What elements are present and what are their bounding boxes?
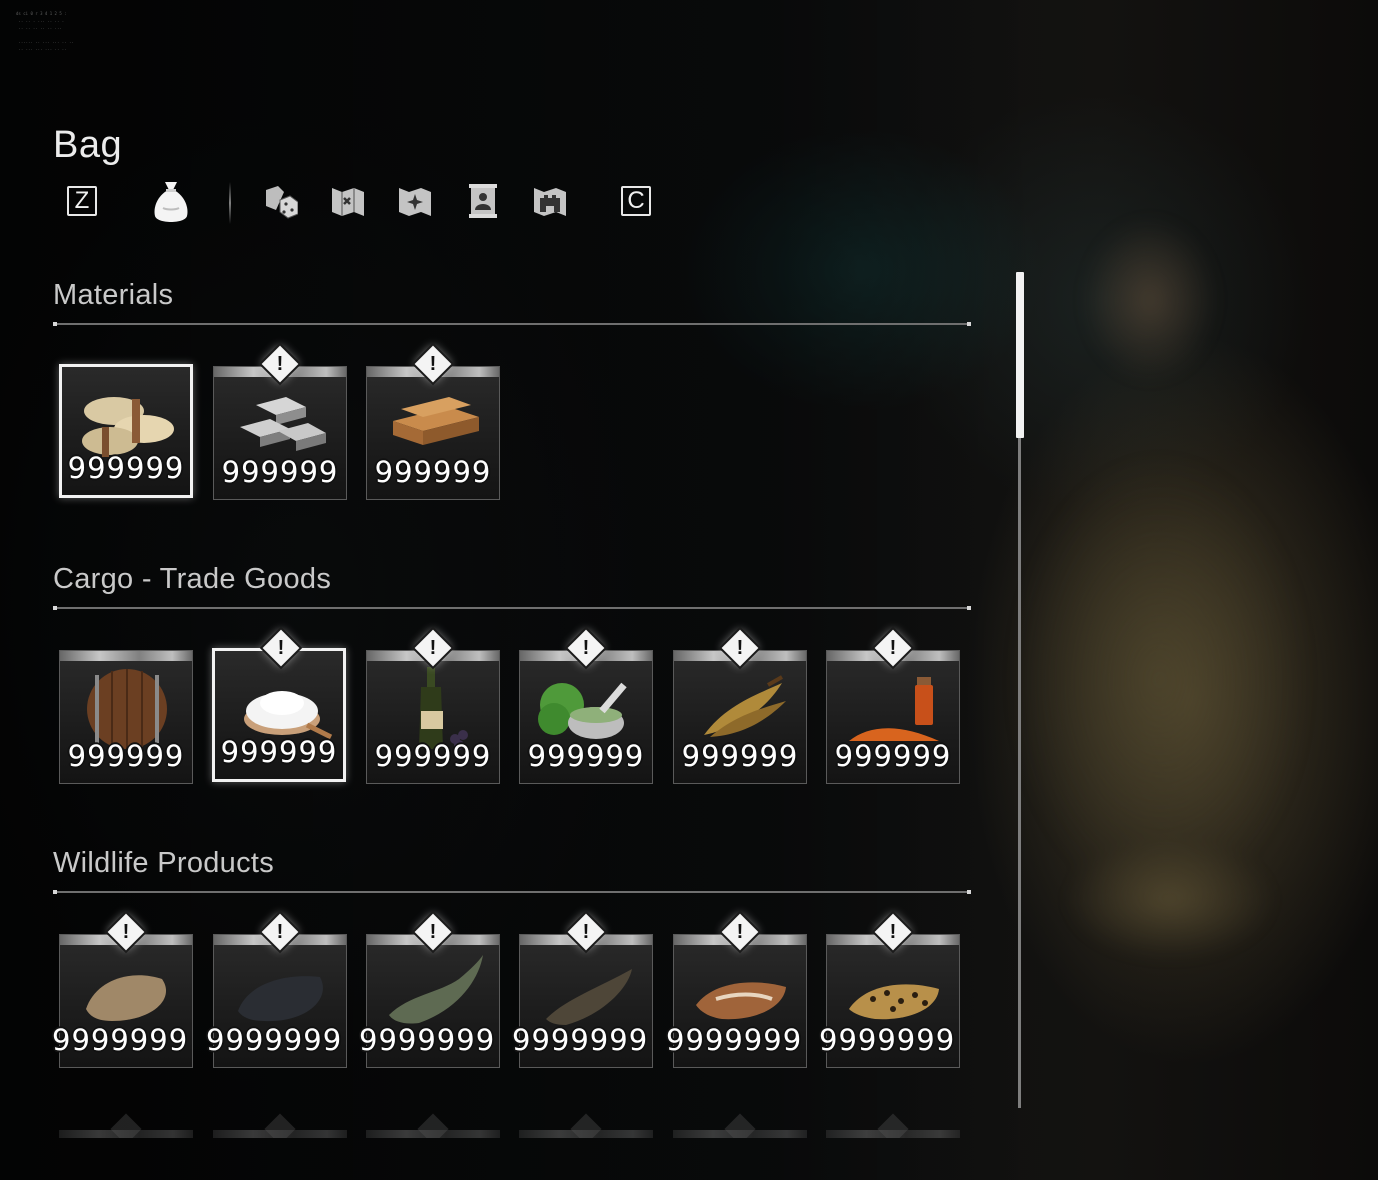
toolbar-divider xyxy=(229,182,231,224)
money-bag-icon[interactable] xyxy=(151,178,191,226)
item-slot-salt[interactable]: 999999 ! xyxy=(212,629,346,782)
item-slot-rabbit-pelt[interactable]: 9999999 ! xyxy=(52,913,193,1068)
new-item-badge: ! xyxy=(874,913,912,951)
item-count: 999999 xyxy=(681,739,799,773)
new-item-badge: ! xyxy=(567,913,605,951)
map-dice-icon[interactable] xyxy=(262,182,298,220)
item-slot-barrel[interactable]: 999999 xyxy=(59,650,193,784)
item-count: 999999 xyxy=(374,455,492,489)
debug-overlay: ds ci 0 r 3 4 1 2 5 : .. .. . ... .. .. … xyxy=(16,11,74,51)
next-tab-key[interactable]: C xyxy=(621,186,651,216)
new-item-badge: ! xyxy=(721,913,759,951)
compass-map-icon[interactable] xyxy=(397,182,433,220)
fortress-map-icon[interactable] xyxy=(532,182,568,220)
new-item-badge: ! xyxy=(107,913,145,951)
item-slot-dark-pelt[interactable]: 9999999 ! xyxy=(206,913,347,1068)
new-item-badge: ! xyxy=(262,629,300,667)
new-item-badge: ! xyxy=(261,345,299,383)
new-item-badge: ! xyxy=(414,629,452,667)
item-count: 999999 xyxy=(220,735,338,769)
scrollbar-thumb[interactable] xyxy=(1016,272,1024,438)
page-title: Bag xyxy=(53,124,123,166)
item-slot-spice[interactable]: 999999 ! xyxy=(826,629,960,784)
new-item-badge: ! xyxy=(721,629,759,667)
new-item-badge: ! xyxy=(874,629,912,667)
slot-frame xyxy=(60,651,192,661)
item-count: 999999 xyxy=(67,451,185,485)
new-item-badge: ! xyxy=(414,913,452,951)
item-count: 9999999 xyxy=(52,1023,189,1057)
section-title-materials: Materials xyxy=(53,279,174,311)
section-divider xyxy=(53,890,971,894)
section-title-wildlife: Wildlife Products xyxy=(53,847,275,879)
item-count: 999999 xyxy=(527,739,645,773)
item-slot-fox-pelt[interactable]: 9999999 ! xyxy=(666,913,807,1068)
next-row-partial xyxy=(0,1108,1000,1138)
section-divider xyxy=(53,322,971,326)
item-count: 999999 xyxy=(221,455,339,489)
new-item-badge: ! xyxy=(414,345,452,383)
item-count: 999999 xyxy=(374,739,492,773)
item-slot-snake-skin[interactable]: 9999999 ! xyxy=(512,913,653,1068)
new-item-badge: ! xyxy=(567,629,605,667)
section-title-cargo: Cargo - Trade Goods xyxy=(53,563,332,595)
prev-tab-key[interactable]: Z xyxy=(67,186,97,216)
item-count: 9999999 xyxy=(666,1023,803,1057)
item-slot-iron[interactable]: 999999 ! xyxy=(213,345,347,500)
item-count: 999999 xyxy=(67,739,185,773)
item-slot-herbs[interactable]: 999999 ! xyxy=(519,629,653,784)
item-slot-tobacco[interactable]: 999999 ! xyxy=(673,629,807,784)
item-slot-leopard-pelt[interactable]: 9999999 ! xyxy=(819,913,960,1068)
item-count: 9999999 xyxy=(512,1023,649,1057)
category-tab-bar: Z C xyxy=(0,178,700,230)
item-slot-wood[interactable]: 999999 ! xyxy=(366,345,500,500)
item-count: 999999 xyxy=(834,739,952,773)
item-slot-cloth[interactable]: 999999 xyxy=(59,364,193,498)
section-divider xyxy=(53,606,971,610)
treasure-map-icon[interactable] xyxy=(330,182,366,220)
item-count: 9999999 xyxy=(206,1023,343,1057)
portrait-scroll-icon[interactable] xyxy=(465,182,501,220)
item-slot-wine[interactable]: 999999 ! xyxy=(366,629,500,784)
item-count: 9999999 xyxy=(359,1023,496,1057)
item-count: 9999999 xyxy=(819,1023,956,1057)
item-slot-crocodile-hide[interactable]: 9999999 ! xyxy=(359,913,500,1068)
new-item-badge: ! xyxy=(261,913,299,951)
